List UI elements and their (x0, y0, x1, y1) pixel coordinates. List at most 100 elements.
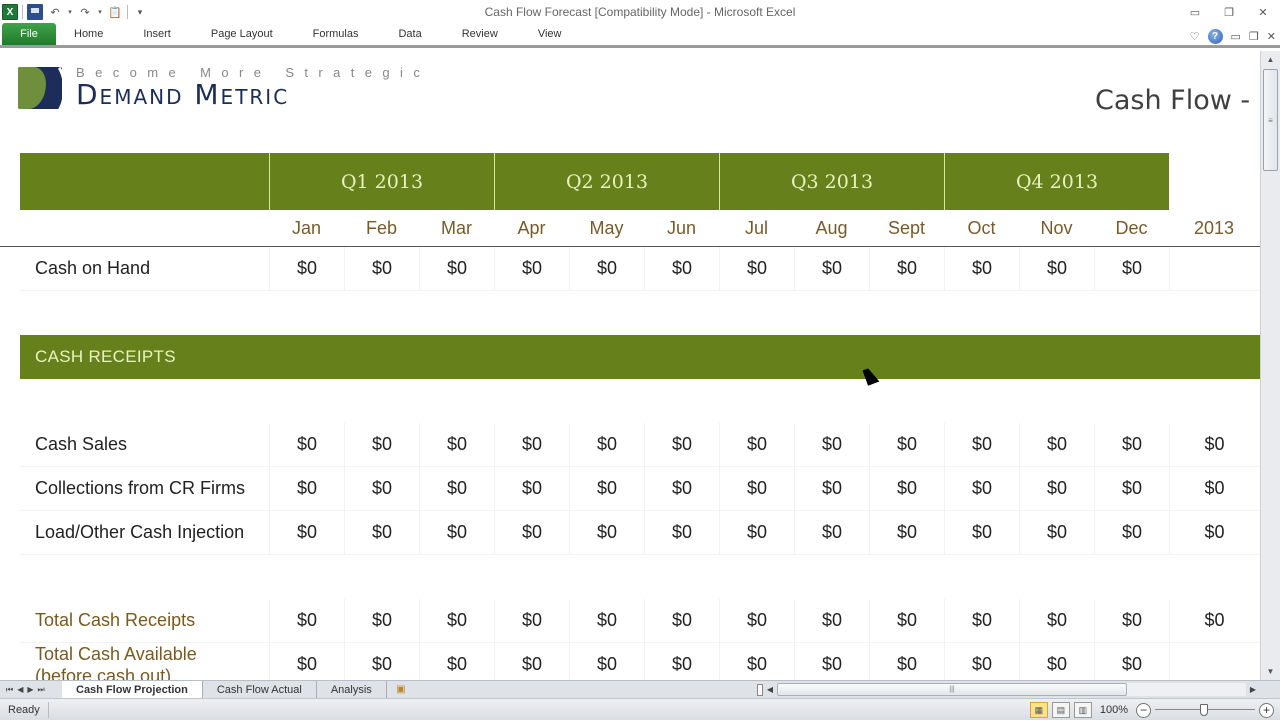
month-header[interactable]: Nov (1019, 218, 1094, 239)
minimize-icon[interactable]: ▭ (1178, 0, 1212, 24)
month-header[interactable]: Feb (344, 218, 419, 239)
value-cell[interactable]: $0 (269, 643, 344, 680)
value-cell[interactable]: $0 (644, 467, 719, 510)
value-cell[interactable]: $0 (1019, 423, 1094, 466)
restore-icon[interactable]: ❐ (1212, 0, 1246, 24)
value-cell[interactable]: $0 (944, 467, 1019, 510)
insert-sheet-icon[interactable]: ▣ (391, 683, 411, 697)
value-cell[interactable]: $0 (344, 599, 419, 642)
tab-home[interactable]: Home (56, 23, 123, 45)
help-icon[interactable]: ? (1207, 28, 1223, 44)
next-sheet-icon[interactable]: ▶ (27, 685, 33, 695)
value-cell[interactable]: $0 (494, 247, 569, 290)
value-cell[interactable]: $0 (569, 511, 644, 554)
month-header[interactable]: Mar (419, 218, 494, 239)
value-cell[interactable]: $0 (794, 423, 869, 466)
value-cell[interactable]: $0 (569, 643, 644, 680)
quarter-header[interactable]: Q4 2013 (944, 153, 1169, 210)
value-cell[interactable]: $0 (269, 247, 344, 290)
page-break-view-icon[interactable]: ▥ (1073, 702, 1092, 718)
value-cell[interactable]: $0 (1019, 247, 1094, 290)
row-label[interactable]: Load/Other Cash Injection (20, 522, 269, 543)
value-cell[interactable]: $0 (794, 511, 869, 554)
month-header[interactable]: May (569, 218, 644, 239)
year-total-cell[interactable]: $0 (1169, 423, 1259, 466)
value-cell[interactable]: $0 (794, 247, 869, 290)
zoom-in-icon[interactable]: + (1259, 702, 1274, 718)
close-icon[interactable]: ✕ (1246, 0, 1280, 24)
value-cell[interactable]: $0 (1019, 467, 1094, 510)
row-label[interactable]: Cash on Hand (20, 258, 269, 279)
zoom-slider[interactable] (1155, 702, 1255, 718)
value-cell[interactable]: $0 (944, 643, 1019, 680)
value-cell[interactable]: $0 (644, 511, 719, 554)
value-cell[interactable]: $0 (794, 643, 869, 680)
month-header[interactable]: Jan (269, 218, 344, 239)
value-cell[interactable]: $0 (419, 423, 494, 466)
tab-review[interactable]: Review (442, 23, 518, 45)
vertical-scroll-thumb[interactable]: ≡ (1263, 69, 1278, 171)
value-cell[interactable]: $0 (269, 599, 344, 642)
value-cell[interactable]: $0 (344, 643, 419, 680)
month-header[interactable]: Jul (719, 218, 794, 239)
value-cell[interactable]: $0 (869, 423, 944, 466)
value-cell[interactable]: $0 (494, 643, 569, 680)
value-cell[interactable]: $0 (419, 511, 494, 554)
tab-file[interactable]: File (2, 23, 56, 45)
sheet-tab-cash-flow-projection[interactable]: Cash Flow Projection (62, 681, 203, 698)
month-header[interactable]: Jun (644, 218, 719, 239)
tab-view[interactable]: View (518, 23, 582, 45)
value-cell[interactable]: $0 (344, 247, 419, 290)
value-cell[interactable]: $0 (494, 599, 569, 642)
zoom-slider-knob[interactable] (1200, 704, 1208, 716)
year-total-cell[interactable] (1169, 247, 1259, 290)
value-cell[interactable]: $0 (644, 247, 719, 290)
tab-data[interactable]: Data (378, 23, 441, 45)
tab-insert[interactable]: Insert (123, 23, 191, 45)
value-cell[interactable]: $0 (794, 467, 869, 510)
value-cell[interactable]: $0 (1094, 467, 1169, 510)
month-header[interactable]: Apr (494, 218, 569, 239)
redo-icon[interactable]: ↷ (77, 4, 93, 20)
save-icon[interactable] (27, 4, 43, 20)
value-cell[interactable]: $0 (944, 247, 1019, 290)
month-header[interactable]: Dec (1094, 218, 1169, 239)
undo-icon[interactable]: ↶ (47, 4, 63, 20)
last-sheet-icon[interactable]: ⏭ (38, 685, 45, 695)
month-header[interactable]: Aug (794, 218, 869, 239)
value-cell[interactable]: $0 (719, 247, 794, 290)
value-cell[interactable]: $0 (944, 599, 1019, 642)
row-label[interactable]: Collections from CR Firms (20, 478, 269, 499)
value-cell[interactable]: $0 (644, 599, 719, 642)
value-cell[interactable]: $0 (869, 247, 944, 290)
tab-formulas[interactable]: Formulas (293, 23, 379, 45)
vertical-scrollbar[interactable]: ▲ ≡ ▼ (1260, 51, 1280, 680)
normal-view-icon[interactable]: ▦ (1029, 702, 1048, 718)
value-cell[interactable]: $0 (794, 599, 869, 642)
value-cell[interactable]: $0 (419, 643, 494, 680)
row-label[interactable]: Total Cash Receipts (20, 610, 269, 631)
month-header[interactable]: Oct (944, 218, 1019, 239)
workbook-minimize-icon[interactable]: ▭ (1231, 30, 1241, 43)
quarter-header-blank[interactable] (20, 153, 269, 210)
value-cell[interactable]: $0 (419, 467, 494, 510)
horizontal-scroll-thumb[interactable]: ||| (777, 683, 1127, 696)
scroll-right-icon[interactable]: ▶ (1246, 685, 1260, 694)
value-cell[interactable]: $0 (344, 423, 419, 466)
scroll-down-icon[interactable]: ▼ (1261, 663, 1280, 680)
scroll-left-icon[interactable]: ◀ (763, 685, 777, 694)
value-cell[interactable]: $0 (494, 423, 569, 466)
value-cell[interactable]: $0 (569, 467, 644, 510)
tab-page-layout[interactable]: Page Layout (191, 23, 293, 45)
value-cell[interactable]: $0 (569, 247, 644, 290)
value-cell[interactable]: $0 (1019, 599, 1094, 642)
value-cell[interactable]: $0 (1094, 423, 1169, 466)
customize-qat-icon[interactable]: ▾ (132, 4, 148, 20)
value-cell[interactable]: $0 (869, 467, 944, 510)
value-cell[interactable]: $0 (719, 511, 794, 554)
value-cell[interactable]: $0 (644, 423, 719, 466)
value-cell[interactable]: $0 (494, 467, 569, 510)
redo-dropdown-icon[interactable]: ▾ (97, 4, 103, 20)
horizontal-scrollbar[interactable]: ◀ ||| ▶ (757, 682, 1260, 697)
year-total-cell[interactable]: $0 (1169, 467, 1259, 510)
